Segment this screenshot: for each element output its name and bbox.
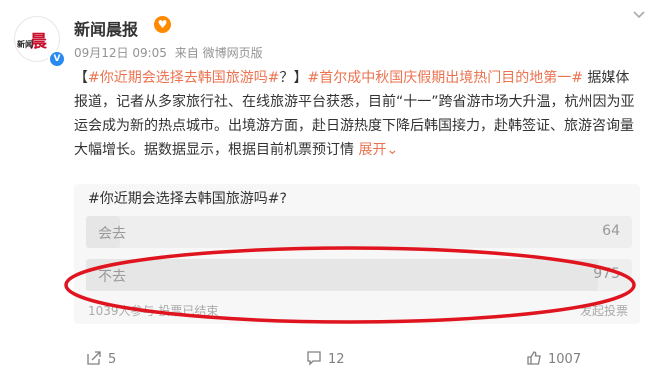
share-count: 5 <box>108 352 117 367</box>
username[interactable]: 新闻晨报 <box>74 16 138 40</box>
post-source: 来自 微博网页版 <box>174 46 263 60</box>
action-bar: 5 12 1007 <box>0 350 658 370</box>
thumbs-up-icon <box>526 350 542 366</box>
fan-badge-icon: ♥ <box>154 16 171 33</box>
post-meta: 09月12日 09:05 来自 微博网页版 <box>74 44 267 61</box>
bracket-mid: ？】 <box>279 70 308 86</box>
like-count: 1007 <box>548 352 582 367</box>
share-button[interactable]: 5 <box>86 350 116 367</box>
vote-option-count: 64 <box>602 223 620 239</box>
verified-icon: V <box>48 50 66 68</box>
expand-link[interactable]: 展开 <box>358 142 386 158</box>
avatar-logo-small: 新闻 <box>17 40 33 49</box>
comment-button[interactable]: 12 <box>306 350 345 367</box>
post-time[interactable]: 09月12日 09:05 <box>74 46 167 60</box>
post-text: 【#你近期会选择去韩国旅游吗#？】#首尔成中秋国庆假期出境热门目的地第一# 据媒… <box>74 66 640 162</box>
comment-count: 12 <box>328 352 345 367</box>
highlight-ellipse <box>64 246 636 324</box>
topic-tag-seoul[interactable]: #首尔成中秋国庆假期出境热门目的地第一# <box>307 70 582 86</box>
comment-icon <box>306 350 322 366</box>
like-button[interactable]: 1007 <box>526 350 581 367</box>
topic-tag-korea-travel[interactable]: #你近期会选择去韩国旅游吗# <box>88 70 279 86</box>
vote-title: #你近期会选择去韩国旅游吗#? <box>88 191 287 207</box>
vote-option-label: 会去 <box>98 226 126 242</box>
chevron-down-icon[interactable] <box>632 8 646 24</box>
expand-chevron-icon[interactable]: ⌄ <box>386 142 398 158</box>
bracket-open: 【 <box>74 70 88 86</box>
share-icon <box>86 350 102 366</box>
